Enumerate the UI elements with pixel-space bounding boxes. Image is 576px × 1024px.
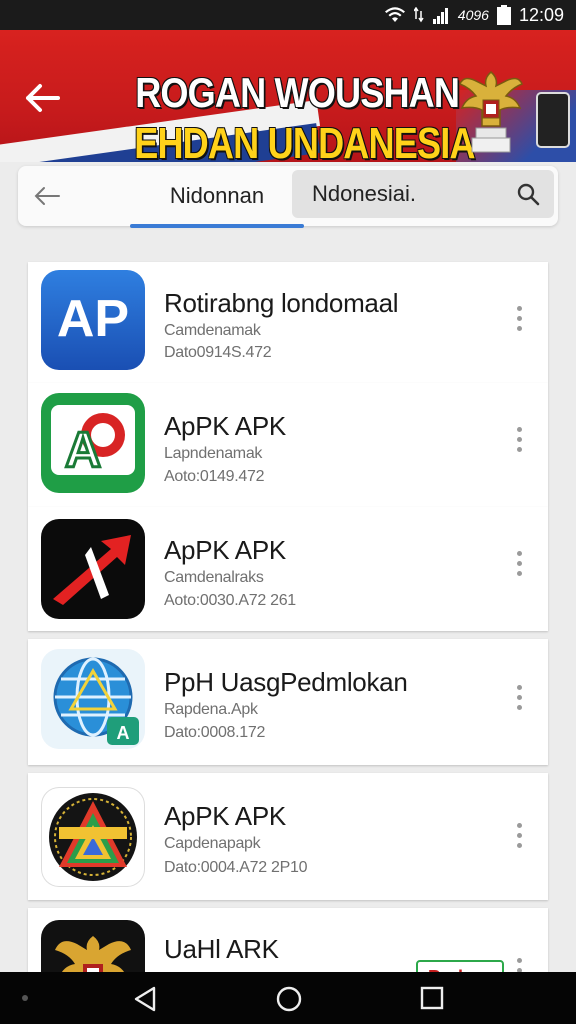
system-nav-bar xyxy=(0,972,576,1024)
svg-text:A: A xyxy=(65,422,101,478)
list-item[interactable]: A PpH UasgPedmlokan Rapdena.Apk Dato:000… xyxy=(28,639,548,765)
app-version: Aoto:0149.472 xyxy=(164,468,265,485)
status-time: 12:09 xyxy=(518,4,564,25)
nav-recent-apps-icon[interactable] xyxy=(420,986,444,1010)
app-version: Dato0914S.472 xyxy=(164,344,272,361)
svg-text:AP: AP xyxy=(57,290,129,348)
search-input[interactable]: Ndonesiai. xyxy=(292,170,554,218)
app-subtitle: Camdenamak xyxy=(164,322,261,339)
garuda-emblem-icon xyxy=(459,71,523,153)
app-version: Aoto:0030.A72 261 xyxy=(164,592,296,609)
list-item[interactable]: ApPK APK Capdenapapk Dato:0004.A72 2P10 xyxy=(28,773,548,900)
status-icons: 4096 12:09 xyxy=(384,4,564,26)
tab-active-indicator xyxy=(130,224,304,228)
data-arrows-icon xyxy=(413,7,424,23)
search-icon[interactable] xyxy=(516,182,540,206)
app-version: Dato:0004.A72 2P10 xyxy=(164,859,308,876)
garuda-app-icon xyxy=(41,920,145,978)
app-title: UaHl ARK xyxy=(164,934,279,964)
more-options-icon[interactable] xyxy=(512,551,526,581)
red-arrow-icon xyxy=(41,519,145,619)
more-options-icon[interactable] xyxy=(512,427,526,457)
search-input-value: Ndonesiai. xyxy=(312,181,416,206)
app-title: ApPK APK xyxy=(164,535,286,565)
svg-text:A: A xyxy=(117,723,130,743)
app-title: PpH UasgPedmlokan xyxy=(164,667,408,697)
battery-icon xyxy=(496,5,511,25)
list-item[interactable]: ApPK APK Camdenalraks Aoto:0030.A72 261 xyxy=(28,507,548,631)
list-item[interactable]: AP Rotirabng londomaal Camdenamak Dato09… xyxy=(28,262,548,383)
banner-title-line2: EHDAN UNDANESIA xyxy=(134,119,475,163)
more-options-icon[interactable] xyxy=(512,823,526,853)
app-title: ApPK APK xyxy=(164,801,286,831)
nav-back-icon[interactable] xyxy=(130,984,162,1014)
rainbow-triangle-icon xyxy=(41,787,145,887)
globe-icon: A xyxy=(41,649,145,749)
nav-indicator-dot xyxy=(22,995,28,1001)
search-toolbar: Nidonnan Ndonesiai. xyxy=(18,166,558,228)
list-item[interactable]: A ApPK APK Lapndenamak Aoto:0149.472 xyxy=(28,383,548,507)
app-subtitle: Rapdena.Apk xyxy=(164,701,258,718)
more-options-icon[interactable] xyxy=(512,685,526,715)
signal-icon xyxy=(432,8,448,24)
ap-green-icon: A xyxy=(41,393,145,493)
wifi-icon xyxy=(384,7,405,22)
phone-illustration xyxy=(536,92,570,148)
app-title: Rotirabng londomaal xyxy=(164,288,399,318)
app-subtitle: Lapndenamak xyxy=(164,445,263,462)
banner-title-line1: ROGAN WOUSHAN xyxy=(135,69,460,116)
ap-blue-icon: AP xyxy=(41,270,145,370)
more-options-icon[interactable] xyxy=(512,306,526,336)
banner-back-arrow-icon[interactable] xyxy=(22,82,62,114)
nav-home-icon[interactable] xyxy=(274,984,304,1014)
app-subtitle: Camdenalraks xyxy=(164,569,264,586)
tab-nidonnan[interactable]: Nidonnan xyxy=(130,166,304,226)
status-bar: 4096 12:09 xyxy=(0,0,576,30)
app-subtitle: Capdenapapk xyxy=(164,835,261,852)
signal-text: 4096 xyxy=(457,7,489,23)
list-item[interactable]: UaHl ARK Budnor xyxy=(28,908,548,978)
back-arrow-icon[interactable] xyxy=(32,182,62,210)
promo-banner: ROGAN WOUSHAN EHDAN UNDANESIA xyxy=(0,30,576,162)
app-title: ApPK APK xyxy=(164,411,286,441)
app-version: Dato:0008.172 xyxy=(164,724,266,741)
